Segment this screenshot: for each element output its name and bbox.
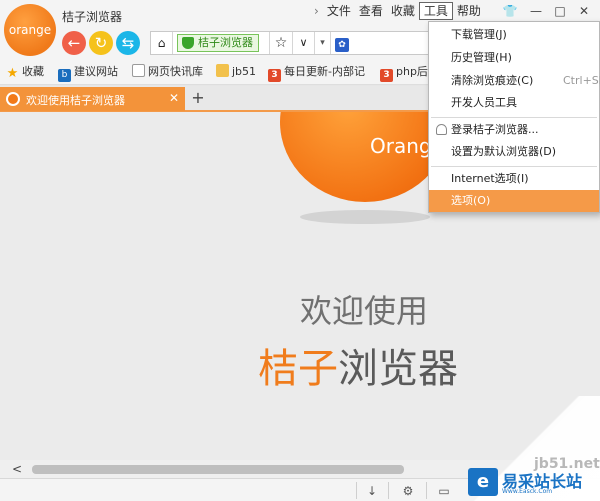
- menu-item-label: 登录桔子浏览器...: [451, 123, 539, 136]
- tab-title: 欢迎使用桔子浏览器: [26, 94, 125, 107]
- bookmark-jb51[interactable]: jb51: [216, 64, 256, 80]
- star-icon: ★: [6, 66, 19, 81]
- menu-view[interactable]: 查看: [355, 2, 387, 20]
- bookmark-label: 网页快讯库: [148, 65, 203, 78]
- status-separator: [426, 482, 427, 499]
- bookmark-php[interactable]: 3 php后: [380, 64, 428, 82]
- bookmark-web-slices[interactable]: 网页快讯库: [132, 64, 203, 80]
- 3b-logo-icon: 3: [380, 69, 393, 82]
- menu-arrow-icon[interactable]: ›: [310, 2, 323, 20]
- menu-item-downloads[interactable]: 下载管理(J): [429, 24, 599, 46]
- menu-item-internet-options[interactable]: Internet选项(I): [429, 168, 599, 190]
- skin-icon[interactable]: 👕: [500, 3, 520, 19]
- switch-mode-button[interactable]: ⇆: [116, 31, 140, 55]
- menu-item-clear-history[interactable]: 清除浏览痕迹(C) Ctrl+Sh: [429, 70, 600, 92]
- bookmark-label: php后: [396, 65, 428, 78]
- bookmark-favorites[interactable]: ★ 收藏: [6, 64, 44, 80]
- watermark-subtitle: Www.Easck.Com: [502, 488, 553, 495]
- back-button[interactable]: ←: [62, 31, 86, 55]
- bookmark-label: 收藏: [22, 65, 44, 78]
- search-engine-button[interactable]: ✿: [331, 32, 353, 54]
- watermark-logo-icon: e: [468, 468, 498, 496]
- bookmark-label: jb51: [232, 65, 257, 78]
- scroll-left-arrow[interactable]: <: [12, 462, 22, 476]
- orange-shadow: [300, 210, 430, 224]
- menu-item-history[interactable]: 历史管理(H): [429, 47, 599, 69]
- maximize-button[interactable]: □: [550, 3, 570, 19]
- shield-icon: [182, 37, 194, 49]
- tab-close-icon[interactable]: ✕: [169, 91, 179, 105]
- bookmark-suggested-sites[interactable]: b 建议网站: [58, 64, 118, 82]
- menu-item-label: 历史管理(H): [451, 51, 512, 64]
- gear-icon[interactable]: ⚙: [400, 483, 416, 499]
- menu-item-label: 设置为默认浏览器(D): [451, 145, 557, 158]
- refresh-button[interactable]: ↻: [89, 31, 113, 55]
- bookmark-star-icon[interactable]: ☆: [269, 32, 293, 54]
- menu-item-set-default[interactable]: 设置为默认浏览器(D): [429, 141, 599, 163]
- bookmark-daily-update[interactable]: 3 每日更新-内部记: [268, 64, 365, 82]
- menu-help[interactable]: 帮助: [453, 2, 485, 20]
- safe-site-label: 桔子浏览器: [198, 36, 253, 49]
- menu-separator: [431, 166, 597, 167]
- menu-separator: [431, 117, 597, 118]
- orange-favicon-icon: [6, 92, 20, 106]
- menu-item-dev-tools[interactable]: 开发人员工具: [429, 92, 599, 114]
- menu-item-label: 选项(O): [451, 194, 491, 207]
- scrollbar-thumb[interactable]: [32, 465, 404, 474]
- safe-site-badge[interactable]: 桔子浏览器: [177, 34, 259, 52]
- folder-icon: [216, 64, 229, 77]
- menu-item-label: 开发人员工具: [451, 96, 517, 109]
- menu-tools[interactable]: 工具: [418, 2, 453, 20]
- address-bar[interactable]: ⌂ 桔子浏览器 ☆ ∨ ▾ ✿: [150, 31, 435, 55]
- tab-welcome[interactable]: 欢迎使用桔子浏览器 ✕: [0, 87, 185, 111]
- menu-item-login[interactable]: 登录桔子浏览器...: [429, 119, 599, 141]
- welcome-heading: 欢迎使用: [300, 292, 429, 330]
- chevron-down-icon[interactable]: ∨: [293, 32, 315, 54]
- document-icon: [132, 64, 145, 77]
- menu-file[interactable]: 文件: [323, 2, 355, 20]
- browser-name-rest: 浏览器: [338, 346, 458, 392]
- menu-item-label: 下载管理(J): [451, 28, 507, 41]
- logo-text: orange: [8, 23, 52, 37]
- close-button[interactable]: ✕: [574, 3, 594, 19]
- menu-item-options[interactable]: 选项(O): [429, 190, 599, 212]
- bing-icon: b: [58, 69, 71, 82]
- menu-bar: › 文件 查看 收藏 工具 帮助: [310, 2, 485, 20]
- menu-item-label: Internet选项(I): [451, 172, 529, 185]
- browser-name-highlight: 桔子: [258, 346, 338, 392]
- menu-item-label: 清除浏览痕迹(C): [451, 74, 534, 87]
- window-icon[interactable]: ▭: [436, 483, 452, 499]
- 3b-logo-icon: 3: [268, 69, 281, 82]
- orange-mascot-icon: Orange: [280, 112, 450, 202]
- tools-menu-dropdown: 下载管理(J) 历史管理(H) 清除浏览痕迹(C)Ctrl+Sh 开发人员工具 …: [428, 21, 600, 213]
- baidu-paw-icon: ✿: [335, 38, 349, 52]
- menu-favorites[interactable]: 收藏: [387, 2, 419, 20]
- status-separator: [388, 482, 389, 499]
- menu-item-shortcut: Ctrl+Sh: [563, 74, 600, 87]
- window-title: 桔子浏览器: [62, 10, 123, 24]
- bookmark-label: 每日更新-内部记: [284, 65, 365, 78]
- minimize-button[interactable]: —: [526, 3, 546, 19]
- browser-name-heading: 桔子浏览器: [258, 336, 458, 394]
- orange-logo-icon: orange: [4, 4, 56, 56]
- home-icon[interactable]: ⌂: [151, 32, 173, 54]
- download-icon[interactable]: ↓: [364, 483, 380, 499]
- status-separator: [356, 482, 357, 499]
- user-icon: [436, 124, 447, 135]
- new-tab-button[interactable]: +: [190, 89, 206, 107]
- caret-down-icon[interactable]: ▾: [315, 32, 331, 54]
- bookmark-label: 建议网站: [74, 65, 118, 78]
